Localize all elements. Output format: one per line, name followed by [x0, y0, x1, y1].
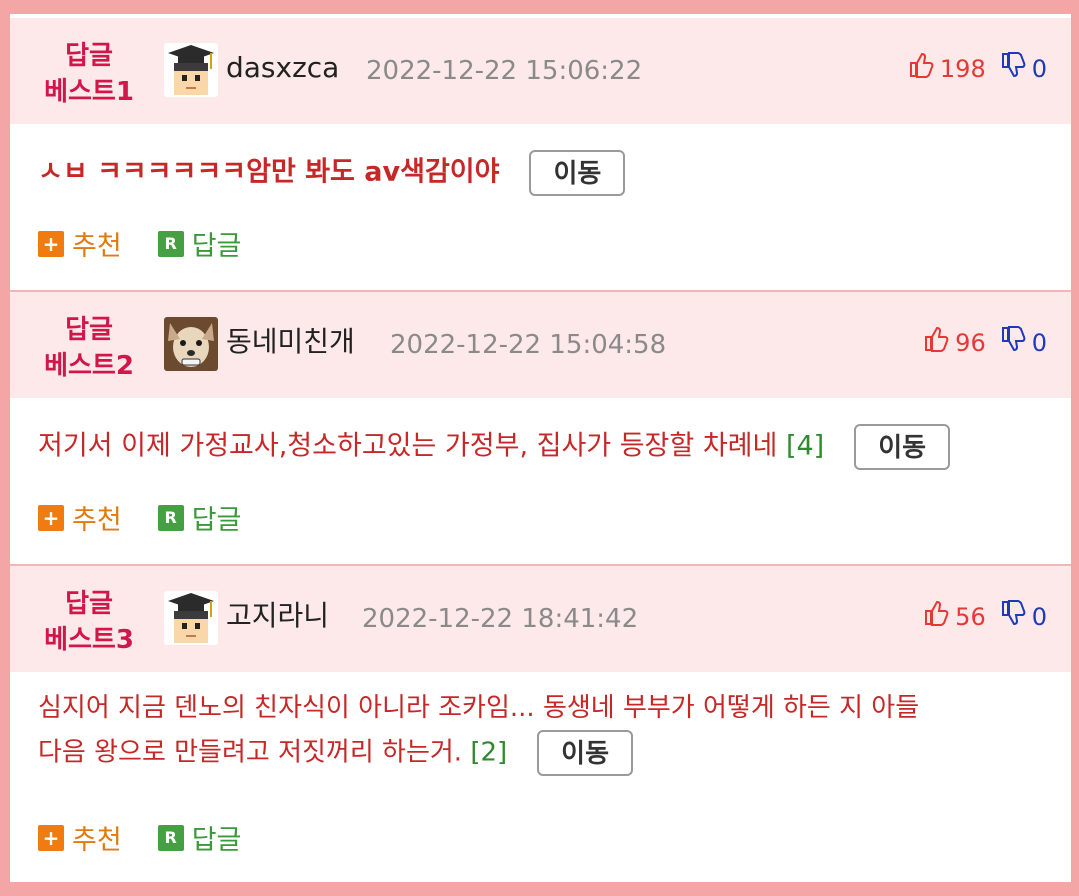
comment-list: 답글 베스트1 dasxzca 2022-12-22 15:06:22 198 … — [10, 14, 1071, 882]
downvote-count: 0 — [1031, 328, 1047, 357]
vote-box: 96 0 — [923, 326, 1047, 359]
thumbs-up-icon[interactable] — [908, 52, 934, 85]
comment-header: 답글 베스트1 dasxzca 2022-12-22 15:06:22 198 … — [10, 18, 1071, 124]
best-label: 답글 베스트2 — [30, 312, 148, 384]
thumbs-up-icon[interactable] — [923, 600, 949, 633]
best-comment-2: 답글 베스트2 동네미친개 2022-12-22 15:04:58 96 0 저… — [10, 292, 1071, 564]
upvote-count: 56 — [955, 602, 986, 631]
graduate-avatar-icon[interactable] — [164, 43, 218, 97]
move-button[interactable]: 이동 — [537, 730, 633, 776]
username[interactable]: 고지라니 — [226, 599, 329, 633]
reply-icon: R — [157, 230, 184, 257]
reply-icon: R — [157, 824, 184, 851]
best-label-line1: 답글 — [65, 315, 113, 345]
thumbs-down-icon[interactable] — [1000, 326, 1026, 359]
comment-actions: + 추천 R 답글 — [38, 224, 277, 263]
comment-date: 2022-12-22 18:41:42 — [362, 604, 639, 634]
recommend-button[interactable]: + 추천 — [38, 818, 122, 857]
comment-text: ㅅㅂ ㅋㅋㅋㅋㅋㅋ암만 봐도 av색감이야 이동 — [38, 150, 1043, 196]
upvote-count: 198 — [939, 54, 986, 83]
best-label-line2: 베스트1 — [44, 77, 134, 107]
comment-body-line2: 다음 왕으로 만들려고 저짓꺼리 하는거. — [38, 737, 463, 768]
move-button[interactable]: 이동 — [854, 424, 951, 470]
comment-body: 저기서 이제 가정교사,청소하고있는 가정부, 집사가 등장할 차례네 — [38, 430, 778, 462]
comment-date: 2022-12-22 15:06:22 — [366, 56, 643, 86]
username[interactable]: 동네미친개 — [226, 325, 355, 359]
dog-photo-avatar[interactable] — [164, 317, 218, 371]
recommend-label: 추천 — [72, 505, 122, 536]
comment-text: 심지어 지금 덴노의 친자식이 아니라 조카임... 동생네 부부가 어떻게 하… — [38, 686, 1043, 776]
thumbs-up-icon[interactable] — [923, 326, 949, 359]
plus-icon: + — [38, 824, 64, 851]
comment-header: 답글 베스트3 고지라니 2022-12-22 18:41:42 56 0 — [10, 566, 1071, 672]
downvote-count: 0 — [1031, 602, 1047, 631]
reply-count[interactable]: [4] — [786, 431, 824, 462]
reply-label: 답글 — [191, 825, 242, 856]
comment-body-line1: 심지어 지금 덴노의 친자식이 아니라 조카임... 동생네 부부가 어떻게 하… — [38, 693, 920, 723]
comment-header: 답글 베스트2 동네미친개 2022-12-22 15:04:58 96 0 — [10, 292, 1071, 398]
graduate-avatar-icon[interactable] — [164, 591, 218, 645]
best-comment-3: 답글 베스트3 고지라니 2022-12-22 18:41:42 56 0 심지… — [10, 566, 1071, 882]
best-label: 답글 베스트1 — [30, 38, 148, 110]
move-button[interactable]: 이동 — [529, 150, 626, 196]
comment-body: ㅅㅂ ㅋㅋㅋㅋㅋㅋ암만 봐도 av색감이야 — [38, 156, 500, 188]
comment-date: 2022-12-22 15:04:58 — [390, 330, 667, 360]
recommend-button[interactable]: + 추천 — [38, 224, 122, 263]
thumbs-down-icon[interactable] — [1000, 52, 1026, 85]
best-label-line2: 베스트2 — [44, 351, 134, 381]
reply-label: 답글 — [191, 505, 242, 536]
comment-actions: + 추천 R 답글 — [38, 818, 277, 857]
vote-box: 56 0 — [923, 600, 1047, 633]
comment-actions: + 추천 R 답글 — [38, 498, 277, 537]
username[interactable]: dasxzca — [226, 51, 339, 85]
recommend-label: 추천 — [72, 231, 122, 262]
upvote-count: 96 — [955, 328, 986, 357]
comment-body-line2-row: 다음 왕으로 만들려고 저짓꺼리 하는거. [2] 이동 — [38, 730, 1043, 776]
thumbs-down-icon[interactable] — [1000, 600, 1026, 633]
best-label-line2: 베스트3 — [44, 625, 134, 655]
best-comment-1: 답글 베스트1 dasxzca 2022-12-22 15:06:22 198 … — [10, 18, 1071, 290]
reply-button[interactable]: R 답글 — [157, 818, 242, 857]
recommend-button[interactable]: + 추천 — [38, 498, 122, 537]
comment-text: 저기서 이제 가정교사,청소하고있는 가정부, 집사가 등장할 차례네 [4] 이… — [38, 424, 1043, 470]
best-label-line1: 답글 — [65, 589, 113, 619]
reply-count[interactable]: [2] — [470, 738, 507, 768]
downvote-count: 0 — [1031, 54, 1047, 83]
recommend-label: 추천 — [72, 825, 122, 856]
reply-icon: R — [157, 504, 184, 531]
reply-label: 답글 — [191, 231, 242, 262]
best-label: 답글 베스트3 — [30, 586, 148, 658]
best-label-line1: 답글 — [65, 41, 113, 71]
plus-icon: + — [38, 230, 64, 257]
reply-button[interactable]: R 답글 — [157, 498, 242, 537]
reply-button[interactable]: R 답글 — [157, 224, 242, 263]
plus-icon: + — [38, 504, 64, 531]
vote-box: 198 0 — [908, 52, 1047, 85]
